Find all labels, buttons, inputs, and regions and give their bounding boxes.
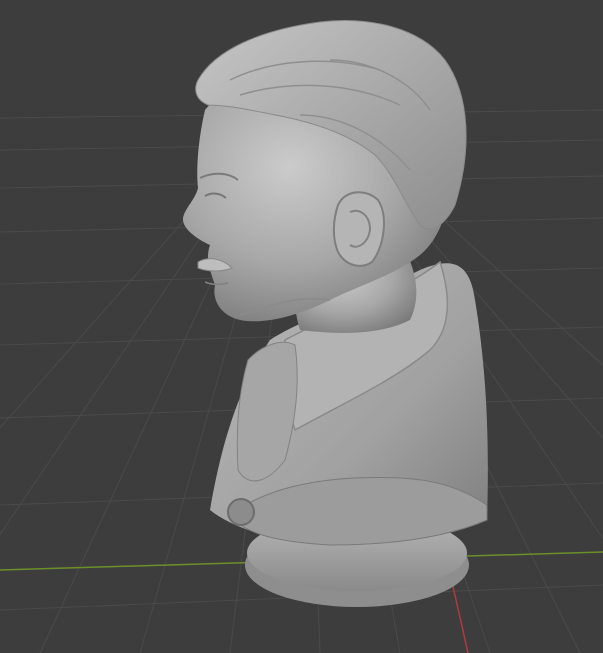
ear: [332, 191, 385, 267]
button-detail: [227, 498, 255, 526]
bust-sculpture[interactable]: [182, 20, 488, 607]
y-axis-line: [451, 581, 469, 653]
viewport-canvas[interactable]: [0, 0, 603, 653]
3d-viewport[interactable]: [0, 0, 603, 653]
